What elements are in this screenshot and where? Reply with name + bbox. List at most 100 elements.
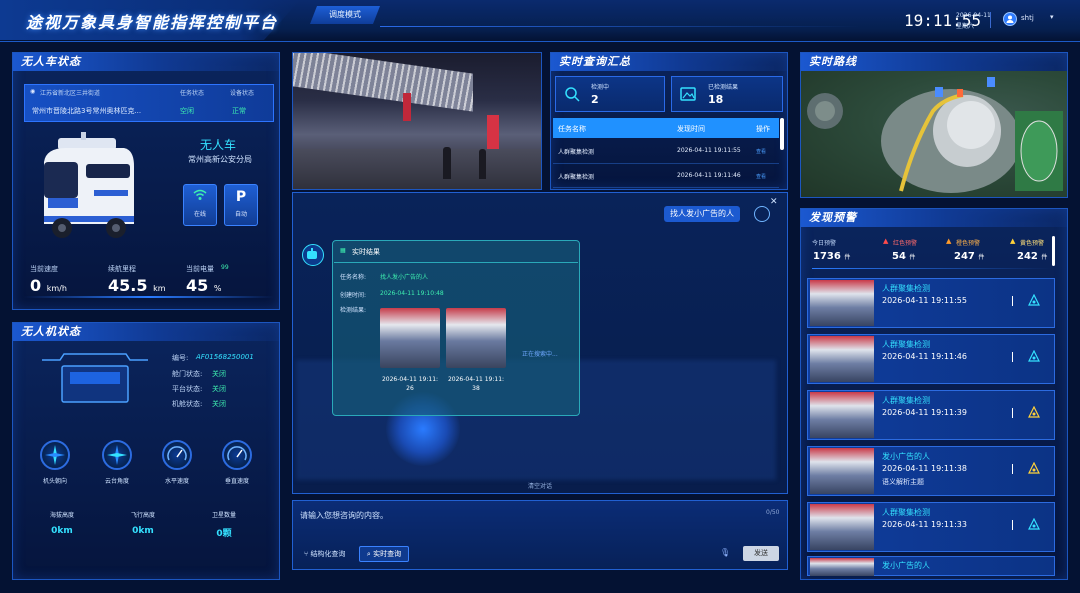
realtime-query-label: 实时查询	[373, 550, 402, 558]
alerts-scrollbar[interactable]	[1052, 236, 1055, 266]
done-value: 18	[708, 93, 724, 106]
wifi-icon	[184, 189, 216, 205]
auto-mode-button[interactable]: P 自动	[224, 184, 258, 226]
send-button[interactable]: 发送	[743, 546, 779, 561]
auto-label: 自动	[234, 211, 247, 218]
result-thumbnail[interactable]	[380, 308, 440, 368]
header-separator	[990, 12, 991, 28]
thumbnail-time: 2026-04-11 19:11: 26	[378, 375, 442, 393]
alert-subtitle: 语义解析主题	[882, 478, 924, 486]
platform-value: 关闭	[212, 385, 226, 393]
close-icon[interactable]: ✕	[770, 197, 778, 207]
alert-camera-icon[interactable]	[1028, 293, 1040, 306]
count-unit: 件	[978, 254, 985, 261]
person-silhouette	[443, 147, 451, 179]
gauge-label-vspeed: 垂直速度	[224, 478, 249, 485]
weekday-text: 星期六	[956, 23, 975, 30]
yellow-alerts-label: 黄色预警	[1020, 240, 1045, 247]
user-avatar-icon[interactable]	[1003, 12, 1017, 26]
altitude-label: 海拔高度	[49, 512, 74, 519]
thumbnail-time-line2: 38	[472, 385, 480, 392]
vehicle-panel-title: 无人车状态	[13, 53, 279, 71]
today-alerts-value: 1736	[813, 251, 841, 262]
alert-camera-icon[interactable]	[1028, 349, 1040, 362]
structured-query-button[interactable]: ⑂ 结构化查询	[304, 549, 345, 559]
person-silhouette-2	[479, 149, 486, 179]
alert-title: 发小广告的人	[882, 561, 930, 570]
cabin-value: 关闭	[212, 400, 226, 408]
count-unit: 件	[844, 254, 851, 261]
online-status-button[interactable]: 在线	[183, 184, 217, 226]
speed-label: 当前速度	[30, 265, 58, 273]
location-pin-icon: ◉	[30, 88, 36, 95]
red-banner	[403, 93, 411, 121]
alert-camera-icon[interactable]	[1028, 405, 1040, 418]
alert-title: 人群聚集检测	[882, 284, 930, 293]
satellite-count-value: 0颗	[216, 529, 232, 539]
alert-time: 2026-04-11 19:11:55	[882, 296, 967, 305]
plaza-floor	[293, 149, 541, 189]
tab-dispatch-mode[interactable]: 调度模式	[310, 6, 380, 24]
branch-icon: ⑂	[304, 550, 309, 558]
alert-thumbnail	[810, 448, 874, 494]
gauge-label-heading: 机头朝向	[42, 478, 67, 485]
flight-height-label: 飞行高度	[130, 512, 155, 519]
chevron-down-icon[interactable]: ▾	[1050, 13, 1054, 21]
view-link[interactable]: 查看	[756, 148, 766, 155]
detecting-value: 2	[591, 93, 599, 106]
user-avatar-small-icon	[754, 206, 770, 222]
vehicle-name: 无人车	[200, 138, 237, 152]
detect-result-label: 检测结果:	[340, 307, 367, 314]
route-map[interactable]	[801, 71, 1067, 197]
battery-extra: 99	[221, 264, 229, 271]
grid-icon: ▦	[340, 247, 346, 254]
task-status-value: 空闲	[180, 107, 194, 115]
table-scrollbar[interactable]	[780, 118, 784, 150]
col-operation: 操作	[756, 125, 770, 133]
realtime-query-button[interactable]: ⌕ 实时查询	[359, 546, 409, 562]
alert-item-separator	[1012, 352, 1013, 362]
serial-value: AF01568250001	[196, 353, 254, 361]
thumbnail-time-line1: 2026-04-11 19:11:	[381, 376, 439, 383]
alert-camera-icon[interactable]	[1028, 517, 1040, 530]
searching-status: 正在搜索中...	[522, 351, 558, 358]
yellow-warning-icon: ▲	[1010, 237, 1016, 245]
yellow-alerts-count: 242 件	[1017, 251, 1047, 262]
orange-alerts-label: 橙色预警	[956, 240, 981, 247]
search-icon	[564, 86, 580, 104]
search-icon: ⌕	[366, 550, 371, 558]
count-unit: 件	[1041, 254, 1048, 261]
thumbnail-time-line1: 2026-04-11 19:11:	[447, 376, 505, 383]
mileage-unit: km	[153, 284, 166, 293]
alert-title: 发小广告的人	[882, 452, 930, 461]
created-time-label: 创建时间:	[340, 292, 367, 299]
battery-value: 45 %	[186, 276, 221, 295]
row-task-name: 人群聚集检测	[558, 149, 595, 156]
col-task-name: 任务名称	[558, 125, 586, 133]
speed-unit: km/h	[46, 284, 67, 293]
alert-time: 2026-04-11 19:11:46	[882, 352, 967, 361]
query-input[interactable]: 请输入您想咨询的内容。	[300, 510, 740, 526]
user-name[interactable]: shtj	[1021, 14, 1034, 22]
alerts-panel-title: 发现预警	[801, 209, 1067, 227]
flight-height-value: 0km	[132, 526, 154, 536]
result-thumbnail[interactable]	[446, 308, 506, 368]
structured-query-label: 结构化查询	[310, 550, 346, 558]
alert-item-separator	[1012, 464, 1013, 474]
camera-feed[interactable]	[292, 52, 542, 190]
view-link[interactable]: 查看	[756, 173, 766, 180]
red-warning-icon: ▲	[883, 237, 889, 245]
mileage-label: 续航里程	[108, 265, 136, 273]
microphone-icon[interactable]: 🎙	[720, 548, 730, 557]
row-time: 2026-04-11 19:11:46	[677, 172, 741, 179]
alerts-stats-divider	[812, 268, 1052, 269]
vehicle-address-line1: 江苏省新北区三井街道	[40, 90, 101, 97]
clear-chat-button[interactable]: 清空对话	[528, 481, 552, 490]
today-alerts-label: 今日预警	[812, 240, 837, 247]
result-card-divider	[334, 262, 578, 263]
detecting-label: 检测中	[591, 84, 610, 91]
alert-camera-icon[interactable]	[1028, 461, 1040, 474]
date-text: 2026-04-11	[956, 12, 991, 19]
drone-panel-title: 无人机状态	[13, 323, 279, 341]
device-status-label: 设备状态	[230, 90, 255, 97]
